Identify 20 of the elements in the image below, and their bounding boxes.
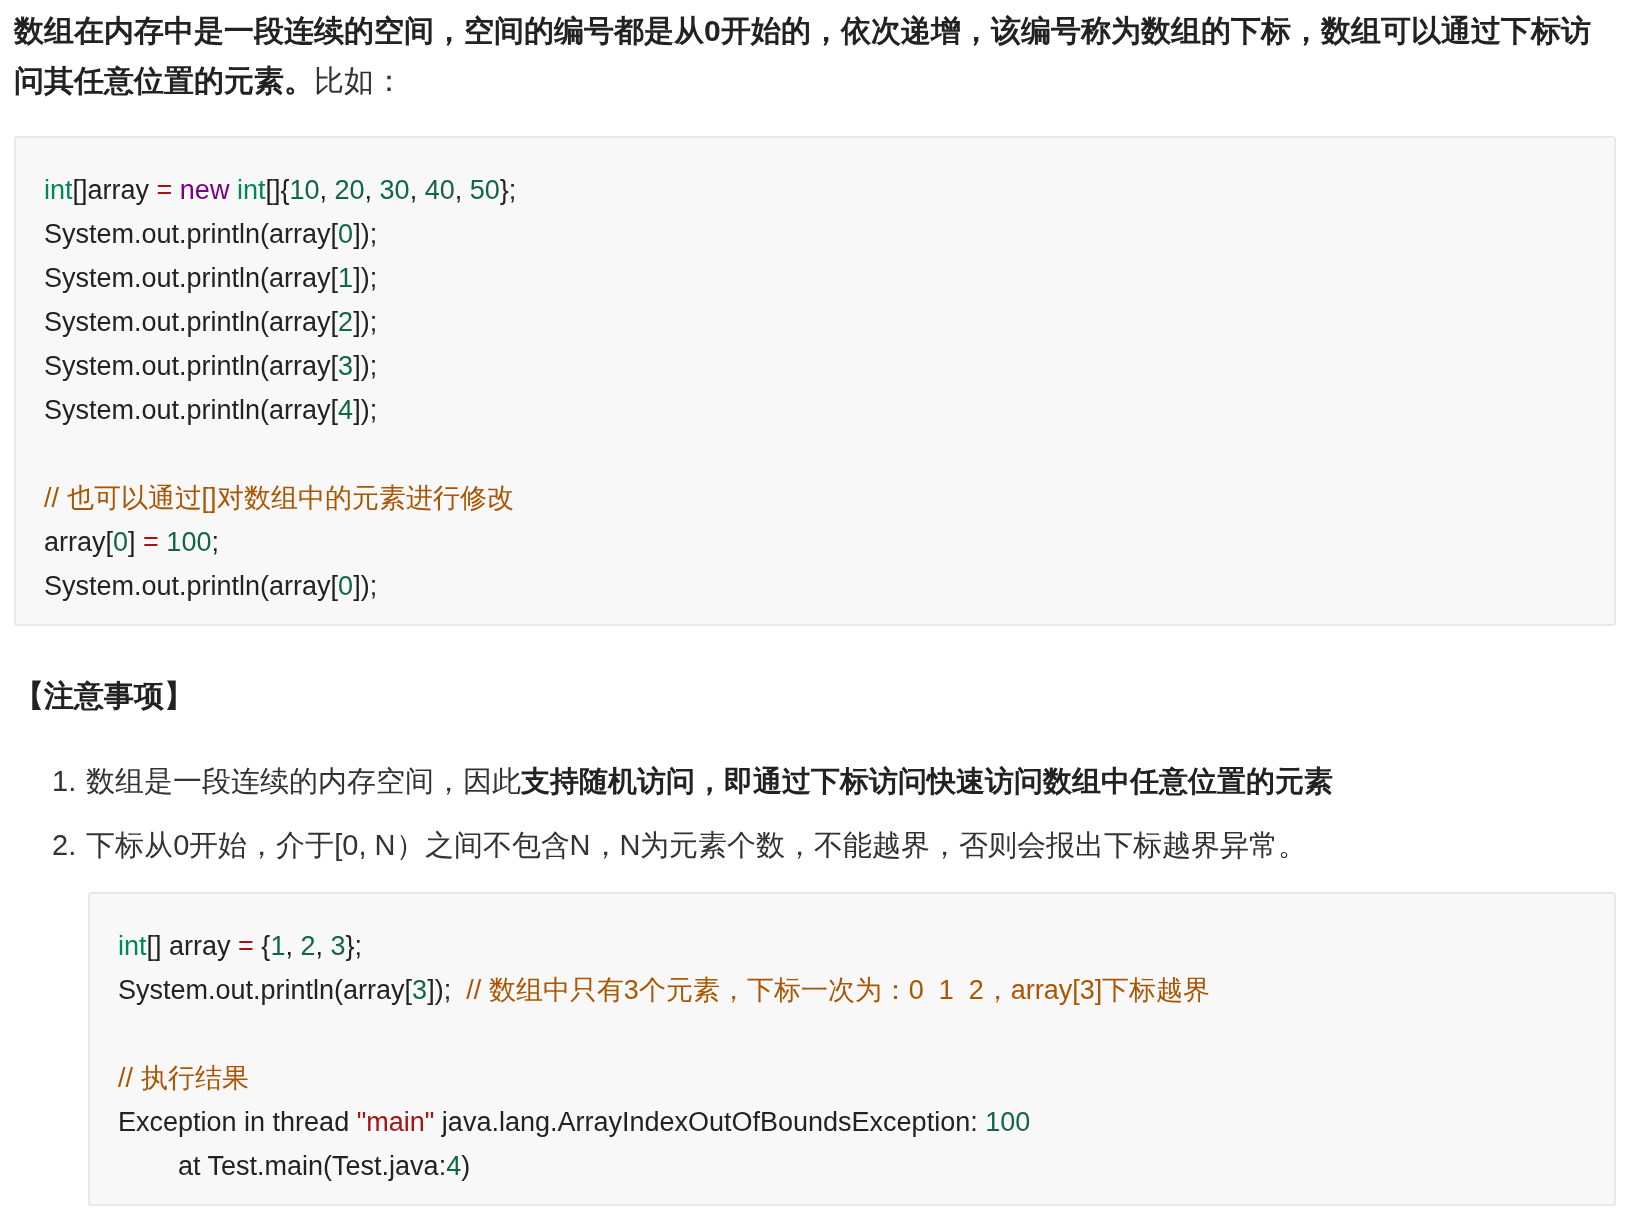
list-number: 2. <box>52 828 77 862</box>
code-line: at Test.main(Test.java:4) <box>177 1150 472 1183</box>
code-line: System.out.println(array[0]); <box>44 218 379 251</box>
code-line: array[0] = 100; <box>44 526 220 559</box>
intro-paragraph: 数组在内存中是一段连续的空间，空间的编号都是从0开始的，依次递增，该编号称为数组的下标，数组可以通过下标访问其任意位置的元素。比如： <box>14 13 1592 99</box>
list-item-text: 下标从0开始，介于[0, N）之间不包含N，N为元素个数，不能越界，否则会报出下标越界异常。 <box>86 828 1308 862</box>
notes-heading: 【注意事项】 <box>14 678 195 714</box>
code-line: // 执行结果 <box>118 1062 250 1095</box>
code-line: Exception in thread "main" java.lang.ArrayIndexOutOfBoundsException: 100 <box>118 1106 1032 1139</box>
code-line: System.out.println(array[3]); // 数组中只有3个元素，下标一次为：0 1 2，array[3]下标越界 <box>118 974 1212 1007</box>
code-line: System.out.println(array[3]); <box>44 350 379 383</box>
code-line: System.out.println(array[2]); <box>44 306 379 339</box>
list-item-text: 数组是一段连续的内存空间，因此支持随机访问，即通过下标访问快速访问数组中任意位置的元素 <box>86 764 1334 798</box>
code-line: System.out.println(array[4]); <box>44 394 379 427</box>
code-line: // 也可以通过[]对数组中的元素进行修改 <box>44 482 515 515</box>
code-line: int[] array = {1, 2, 3}; <box>118 930 364 963</box>
code-line: int[]array = new int[]{10, 20, 30, 40, 50}; <box>44 174 518 207</box>
code-line: System.out.println(array[0]); <box>44 570 379 603</box>
list-number: 1. <box>52 764 77 798</box>
code-line: System.out.println(array[1]); <box>44 262 379 295</box>
